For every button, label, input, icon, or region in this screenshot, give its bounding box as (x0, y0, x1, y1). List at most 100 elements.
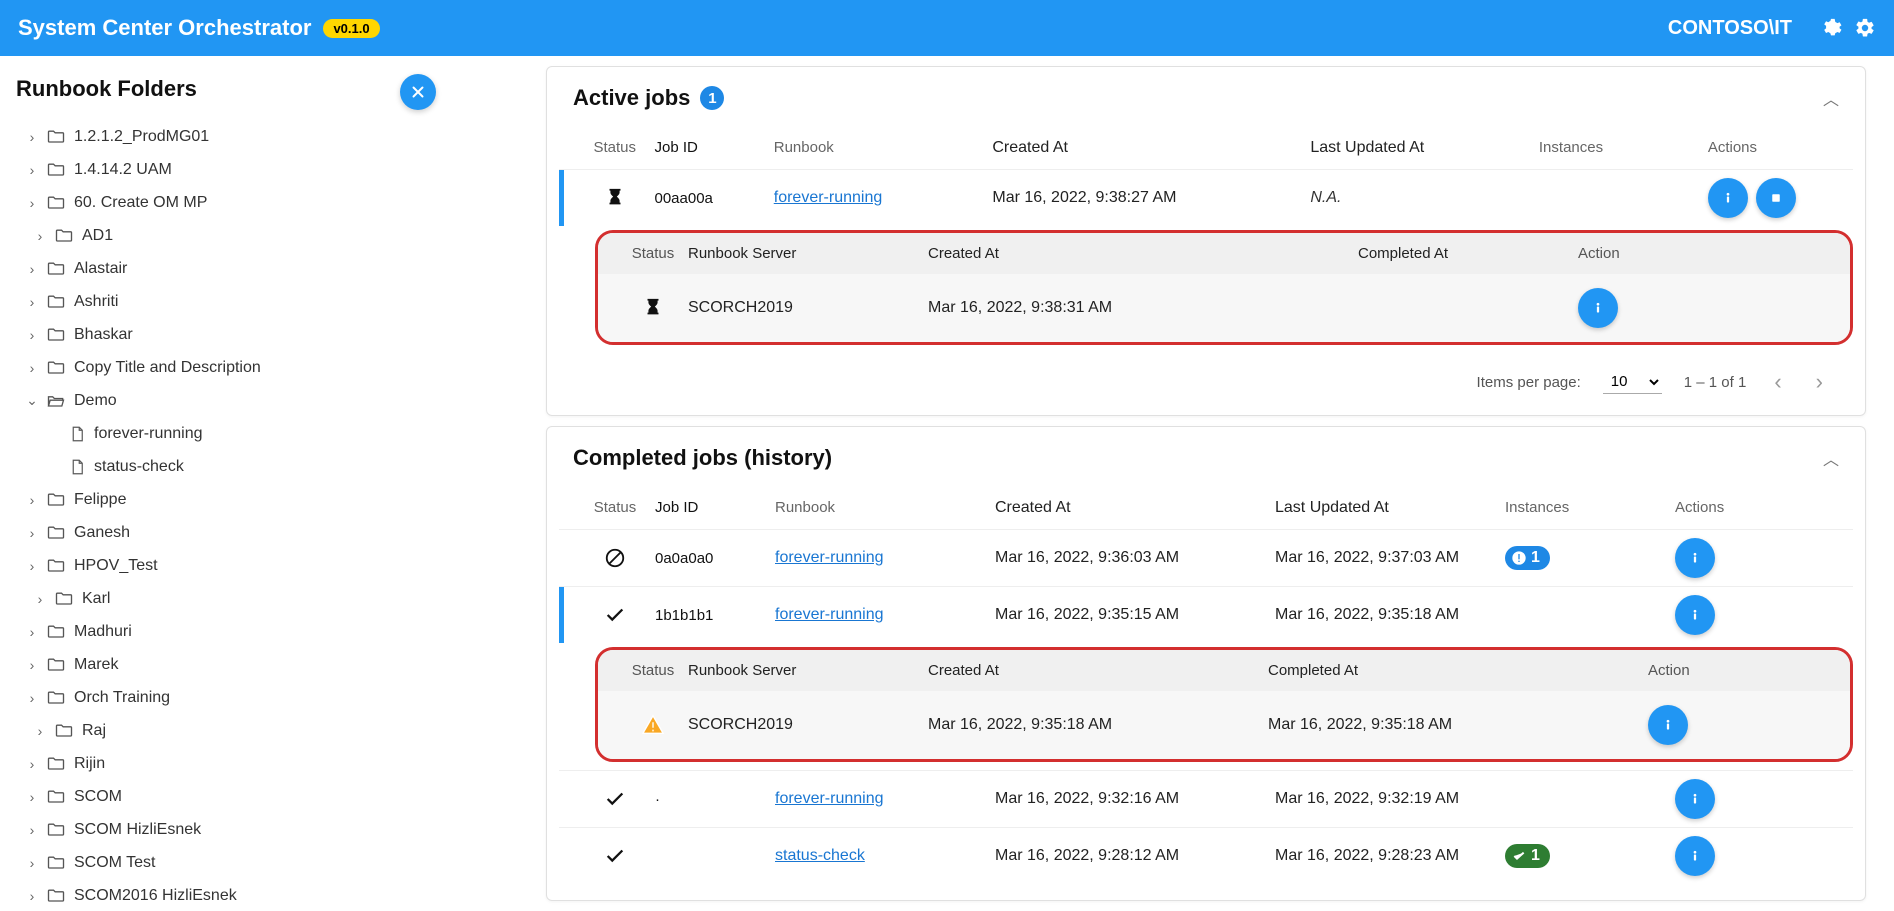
user-label: CONTOSO\IT (1668, 17, 1792, 40)
tree-item[interactable]: ›60. Create OM MP (16, 186, 458, 219)
server-cell: SCORCH2019 (688, 299, 928, 317)
status-cell (575, 788, 655, 810)
actions-cell (1708, 178, 1837, 218)
col-instances: Instances (1505, 499, 1675, 517)
table-row[interactable]: 0a0a0a0 forever-running Mar 16, 2022, 9:… (559, 529, 1853, 586)
tree-item[interactable]: forever-running (16, 417, 458, 450)
table-row[interactable]: status-check Mar 16, 2022, 9:28:12 AM Ma… (559, 827, 1853, 884)
instance-badge: 1 (1505, 546, 1550, 570)
folder-tree: ›1.2.1.2_ProdMG01›1.4.14.2 UAM›60. Creat… (16, 120, 458, 911)
runbook-link[interactable]: forever-running (775, 549, 884, 566)
chevron-icon: › (22, 294, 42, 310)
pager-select[interactable]: 10 (1603, 370, 1662, 394)
runbook-link[interactable]: status-check (775, 847, 865, 864)
tree-item[interactable]: › Rijin (16, 747, 458, 780)
created-cell: Mar 16, 2022, 9:35:15 AM (995, 606, 1275, 624)
active-table-header: Status Job ID Runbook Created At Last Up… (559, 129, 1853, 169)
tree-label: Orch Training (74, 689, 170, 707)
col-updated: Last Updated At (1310, 139, 1539, 157)
col-created: Created At (995, 499, 1275, 517)
chevron-icon: › (22, 624, 42, 640)
info-button[interactable] (1675, 538, 1715, 578)
info-button[interactable] (1708, 178, 1748, 218)
tree-item[interactable]: ›HPOV_Test (16, 549, 458, 582)
pager-prev-button[interactable]: ‹ (1768, 369, 1787, 395)
info-button[interactable] (1648, 705, 1688, 745)
table-row[interactable]: 1b1b1b1 forever-running Mar 16, 2022, 9:… (559, 586, 1853, 643)
tree-label: status-check (94, 458, 184, 476)
tree-label: Marek (74, 656, 118, 674)
tree-item[interactable]: › Copy Title and Description (16, 351, 458, 384)
chevron-up-icon: ︿ (1823, 446, 1839, 470)
tree-item[interactable]: ›Madhuri (16, 615, 458, 648)
info-button[interactable] (1675, 779, 1715, 819)
table-row[interactable]: · forever-running Mar 16, 2022, 9:32:16 … (559, 770, 1853, 827)
tree-item[interactable]: ›Bhaskar (16, 318, 458, 351)
info-button[interactable] (1578, 288, 1618, 328)
tree-item[interactable]: ›Karl (16, 582, 458, 615)
col-instances: Instances (1539, 139, 1708, 157)
runbook-link[interactable]: forever-running (775, 606, 884, 623)
tree-item[interactable]: ›Felippe (16, 483, 458, 516)
created-cell: Mar 16, 2022, 9:28:12 AM (995, 847, 1275, 865)
sub-row: SCORCH2019 Mar 16, 2022, 9:35:18 AM Mar … (598, 691, 1850, 759)
gear-icon[interactable] (1854, 17, 1876, 39)
chevron-icon: › (22, 525, 42, 541)
pager-next-button[interactable]: › (1810, 369, 1829, 395)
panel-title: Completed jobs (history) (573, 445, 832, 471)
pager-range: 1 – 1 of 1 (1684, 374, 1747, 391)
tree-item[interactable]: ›Marek (16, 648, 458, 681)
tree-item[interactable]: › Ashriti (16, 285, 458, 318)
tree-label: HPOV_Test (74, 557, 158, 575)
col-jobid: Job ID (655, 499, 775, 517)
tree-item[interactable]: status-check (16, 450, 458, 483)
settings-alt-icon[interactable] (1820, 17, 1842, 39)
tree-label: Alastair (74, 260, 127, 278)
tree-label: 60. Create OM MP (74, 194, 207, 212)
tree-label: Demo (74, 392, 117, 410)
main-content: Active jobs 1 ︿ Status Job ID Runbook Cr… (466, 56, 1894, 911)
server-cell: SCORCH2019 (688, 716, 928, 734)
completed-cell: Mar 16, 2022, 9:35:18 AM (1268, 716, 1648, 734)
stop-button[interactable] (1756, 178, 1796, 218)
tree-item[interactable]: ›SCOM (16, 780, 458, 813)
tree-item[interactable]: ›SCOM Test (16, 846, 458, 879)
subcol-status: Status (618, 662, 688, 679)
tree-item[interactable]: ›Alastair (16, 252, 458, 285)
sidebar-close-button[interactable] (400, 74, 436, 110)
tree-item[interactable]: ⌄ Demo (16, 384, 458, 417)
tree-item[interactable]: ›Ganesh (16, 516, 458, 549)
active-jobs-header[interactable]: Active jobs 1 ︿ (547, 67, 1865, 129)
col-created: Created At (992, 139, 1310, 157)
tree-item[interactable]: ›SCOM2016 HizliEsnek (16, 879, 458, 911)
instances-cell: 1 (1505, 546, 1675, 571)
completed-jobs-header[interactable]: Completed jobs (history) ︿ (547, 427, 1865, 489)
completed-instance-subpanel: Status Runbook Server Created At Complet… (595, 647, 1853, 762)
tree-label: Ashriti (74, 293, 118, 311)
jobid-cell: 1b1b1b1 (655, 607, 775, 624)
tree-item[interactable]: ›1.2.1.2_ProdMG01 (16, 120, 458, 153)
runbook-cell: forever-running (774, 189, 993, 207)
pager-label: Items per page: (1477, 374, 1581, 391)
runbook-cell: forever-running (775, 606, 995, 624)
table-row[interactable]: 00aa00a forever-running Mar 16, 2022, 9:… (559, 169, 1853, 226)
actions-cell (1675, 595, 1805, 635)
runbook-link[interactable]: forever-running (774, 189, 883, 206)
runbook-link[interactable]: forever-running (775, 790, 884, 807)
tree-item[interactable]: ›Raj (16, 714, 458, 747)
tree-label: Rijin (74, 755, 105, 773)
tree-item[interactable]: ›Orch Training (16, 681, 458, 714)
chevron-icon: ⌄ (22, 392, 42, 409)
tree-item[interactable]: ›AD1 (16, 219, 458, 252)
chevron-icon: › (22, 756, 42, 772)
tree-item[interactable]: ›1.4.14.2 UAM (16, 153, 458, 186)
instances-cell: 1 (1505, 844, 1675, 869)
runbook-cell: forever-running (775, 549, 995, 567)
info-button[interactable] (1675, 595, 1715, 635)
created-cell: Mar 16, 2022, 9:32:16 AM (995, 790, 1275, 808)
info-button[interactable] (1675, 836, 1715, 876)
tree-item[interactable]: ›SCOM HizliEsnek (16, 813, 458, 846)
created-cell: Mar 16, 2022, 9:38:27 AM (992, 189, 1310, 207)
tree-label: Copy Title and Description (74, 359, 261, 377)
chevron-icon: › (22, 360, 42, 376)
